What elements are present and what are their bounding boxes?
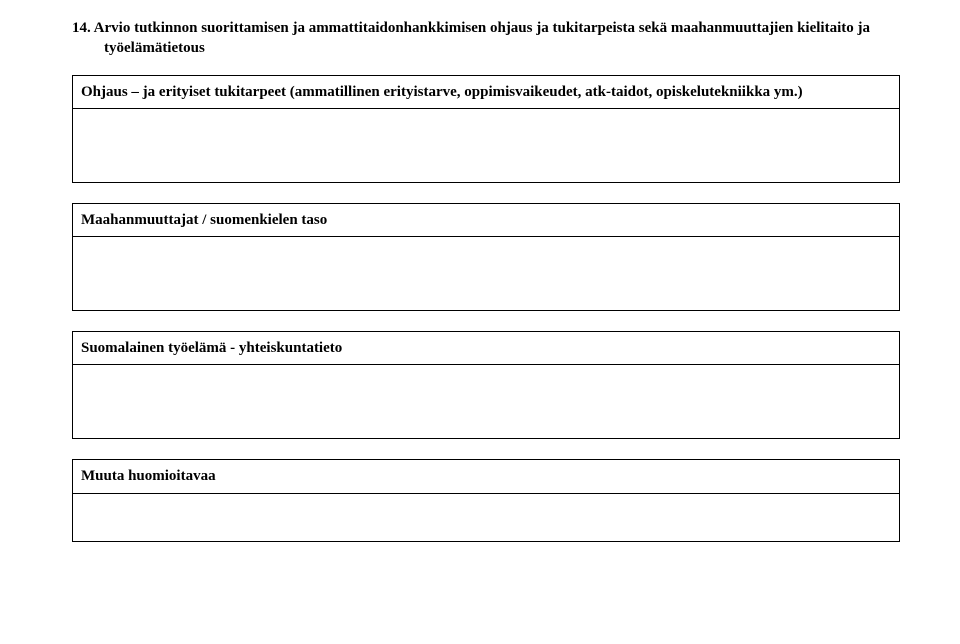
form-section-tyoelama: Suomalainen työelämä - yhteiskuntatieto [72, 331, 900, 439]
section-label-tyoelama: Suomalainen työelämä - yhteiskuntatieto [72, 331, 900, 365]
section-label-ohjaus: Ohjaus – ja erityiset tukitarpeet (ammat… [72, 75, 900, 109]
heading-line-1: 14. Arvio tutkinnon suorittamisen ja amm… [72, 20, 870, 36]
section-heading: 14. Arvio tutkinnon suorittamisen ja amm… [72, 18, 900, 59]
section-input-tyoelama[interactable] [72, 365, 900, 439]
section-label-maahanmuuttajat: Maahanmuuttajat / suomenkielen taso [72, 203, 900, 237]
heading-line-2: työelämätietous [72, 40, 205, 56]
section-input-maahanmuuttajat[interactable] [72, 237, 900, 311]
form-section-maahanmuuttajat: Maahanmuuttajat / suomenkielen taso [72, 203, 900, 311]
section-label-muuta: Muuta huomioitavaa [72, 459, 900, 493]
section-input-ohjaus[interactable] [72, 109, 900, 183]
form-section-muuta: Muuta huomioitavaa [72, 459, 900, 541]
form-section-ohjaus: Ohjaus – ja erityiset tukitarpeet (ammat… [72, 75, 900, 183]
section-input-muuta[interactable] [72, 494, 900, 542]
